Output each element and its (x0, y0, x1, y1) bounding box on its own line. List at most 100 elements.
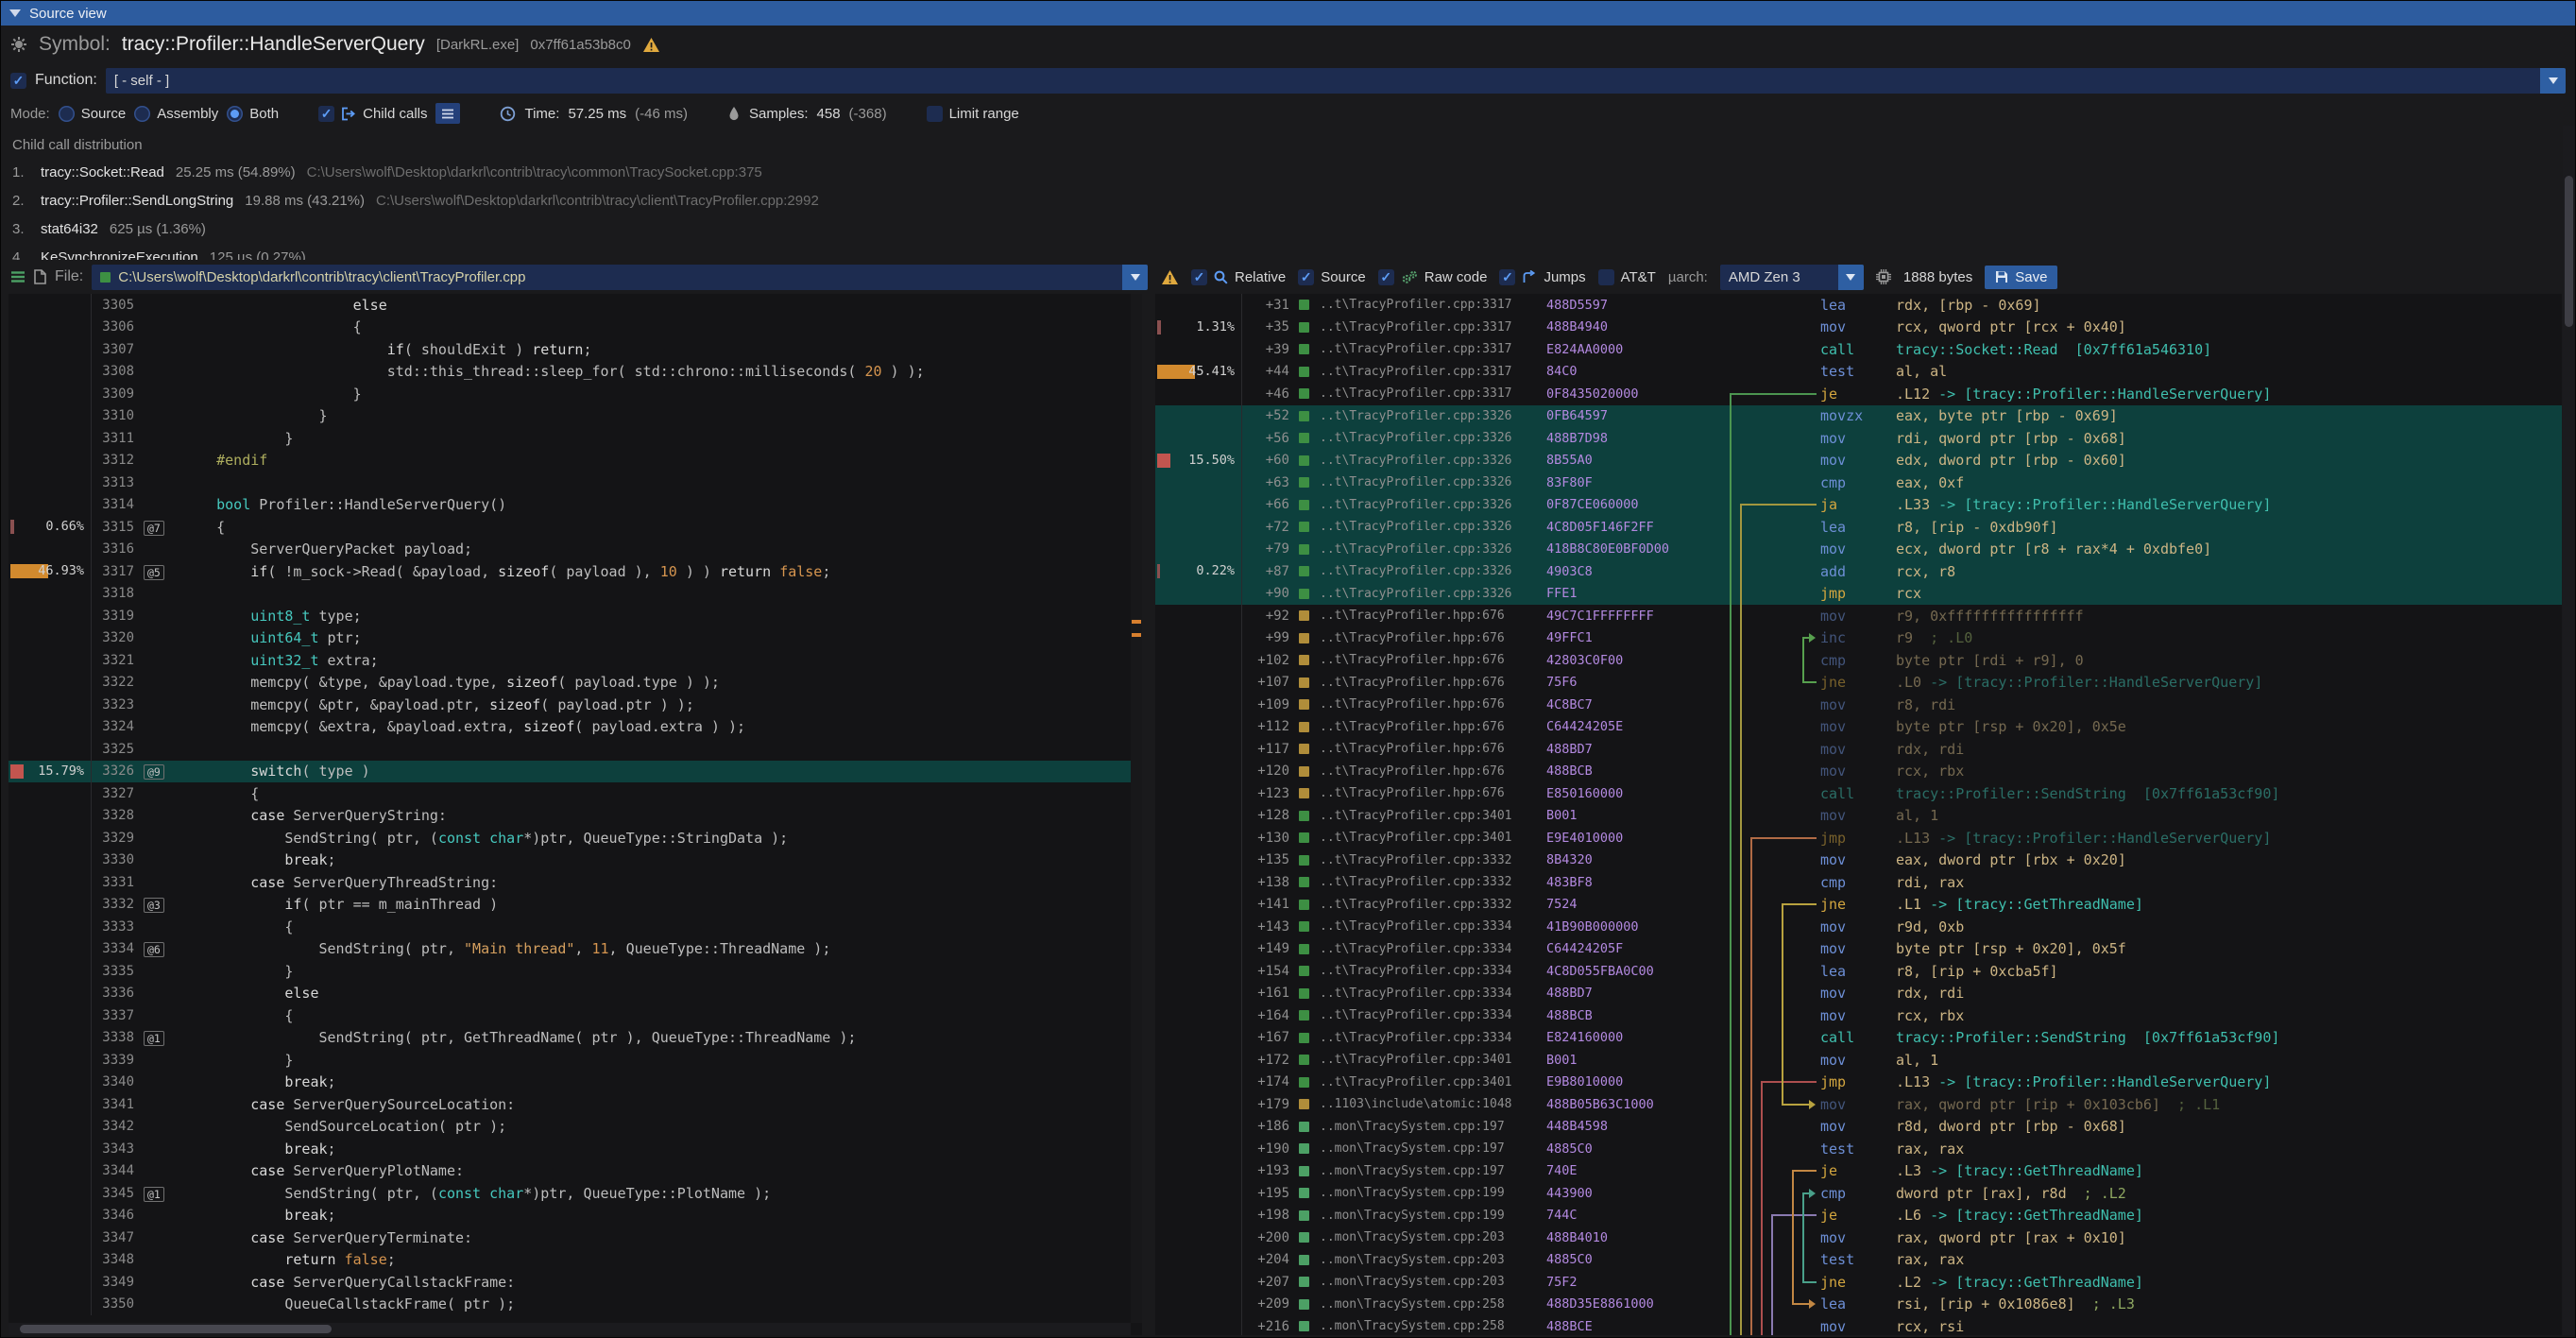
asm-instruction-row[interactable]: +123..t\TracyProfiler.hpp:676E850160000c… (1155, 782, 2562, 805)
child-call-row[interactable]: 4.KeSynchronizeExecution125 µs (0.27%) (12, 243, 2575, 260)
asm-group-annotation[interactable]: @9 (144, 764, 164, 780)
child-call-row[interactable]: 1.tracy::Socket::Read25.25 ms (54.89%)C:… (12, 158, 2575, 186)
source-line-row[interactable]: 3329 SendString( ptr, (const char*)ptr, … (9, 827, 1142, 849)
asm-instruction-row[interactable]: +167..t\TracyProfiler.cpp:3334E824160000… (1155, 1027, 2562, 1050)
function-combo[interactable]: [ - self - ] (106, 68, 2566, 94)
scrollbar-thumb[interactable] (20, 1325, 332, 1333)
asm-instruction-row[interactable]: +164..t\TracyProfiler.cpp:3334488BCBmovr… (1155, 1004, 2562, 1027)
radio-assembly[interactable]: Assembly (134, 106, 218, 122)
source-location[interactable]: ..t\TracyProfiler.cpp:3401 (1320, 1053, 1546, 1067)
source-line-row[interactable]: 3328 case ServerQueryString: (9, 805, 1142, 828)
source-location[interactable]: ..1103\include\atomic:1048 (1320, 1097, 1546, 1111)
asm-instruction-row[interactable]: +107..t\TracyProfiler.hpp:67675F6jne.L0 … (1155, 672, 2562, 695)
combo-arrow-icon[interactable] (1122, 265, 1148, 290)
warning-icon[interactable] (1161, 269, 1179, 285)
radio-both[interactable]: Both (227, 106, 279, 122)
asm-instruction-row[interactable]: +109..t\TracyProfiler.hpp:6764C8BC7movr8… (1155, 694, 2562, 716)
source-line-row[interactable]: 3345@1 SendString( ptr, (const char*)ptr… (9, 1182, 1142, 1205)
source-line-row[interactable]: 3341 case ServerQuerySourceLocation: (9, 1093, 1142, 1116)
asm-group-annotation[interactable]: @3 (144, 898, 164, 913)
source-line-row[interactable]: 3339 } (9, 1049, 1142, 1072)
asm-instruction-row[interactable]: +209..mon\TracySystem.cpp:258488D35E8861… (1155, 1294, 2562, 1316)
function-checkbox[interactable] (10, 73, 26, 89)
source-line-row[interactable]: 0.66%3315@7 { (9, 516, 1142, 539)
warning-icon[interactable] (642, 37, 660, 53)
source-line-row[interactable]: 3350 QueueCallstackFrame( ptr ); (9, 1294, 1142, 1316)
asm-instruction-row[interactable]: +46..t\TracyProfiler.cpp:33170F843502000… (1155, 383, 2562, 405)
asm-group-annotation[interactable]: @7 (144, 521, 164, 536)
source-location[interactable]: ..t\TracyProfiler.cpp:3326 (1320, 475, 1546, 489)
source-location[interactable]: ..t\TracyProfiler.cpp:3401 (1320, 1075, 1546, 1089)
radio-source[interactable]: Source (59, 106, 127, 122)
asm-instruction-row[interactable]: +52..t\TracyProfiler.cpp:33260FB64597mov… (1155, 405, 2562, 428)
source-location[interactable]: ..mon\TracySystem.cpp:258 (1320, 1319, 1546, 1333)
asm-instruction-row[interactable]: 0.22%+87..t\TracyProfiler.cpp:33264903C8… (1155, 560, 2562, 583)
asm-instruction-row[interactable]: +190..mon\TracySystem.cpp:1974885C0testr… (1155, 1138, 2562, 1160)
asm-instruction-row[interactable]: +179..1103\include\atomic:1048488B05B63C… (1155, 1093, 2562, 1116)
asm-instruction-row[interactable]: +174..t\TracyProfiler.cpp:3401E9B8010000… (1155, 1072, 2562, 1094)
child-calls-list-button[interactable] (435, 103, 460, 124)
combo-arrow-icon[interactable] (2540, 68, 2566, 94)
source-line-row[interactable]: 3344 case ServerQueryPlotName: (9, 1160, 1142, 1183)
source-location[interactable]: ..mon\TracySystem.cpp:197 (1320, 1141, 1546, 1156)
source-line-row[interactable]: 3307 if( shouldExit ) return; (9, 338, 1142, 361)
source-line-row[interactable]: 3334@6 SendString( ptr, "Main thread", 1… (9, 938, 1142, 961)
asm-instruction-row[interactable]: +99..t\TracyProfiler.hpp:67649FFC1incr9 … (1155, 627, 2562, 650)
source-line-row[interactable]: 15.79%3326@9 switch( type ) (9, 761, 1142, 783)
source-line-row[interactable]: 3327 { (9, 782, 1142, 805)
source-location[interactable]: ..mon\TracySystem.cpp:199 (1320, 1186, 1546, 1200)
asm-instruction-row[interactable]: +186..mon\TracySystem.cpp:197448B4598mov… (1155, 1116, 2562, 1139)
source-line-row[interactable]: 3314 bool Profiler::HandleServerQuery() (9, 494, 1142, 517)
source-line-row[interactable]: 3332@3 if( ptr == m_mainThread ) (9, 894, 1142, 917)
asm-instruction-row[interactable]: +117..t\TracyProfiler.hpp:676488BD7movrd… (1155, 738, 2562, 761)
source-location[interactable]: ..t\TracyProfiler.cpp:3317 (1320, 365, 1546, 379)
asm-instruction-row[interactable]: +193..mon\TracySystem.cpp:197740Eje.L3 -… (1155, 1160, 2562, 1183)
asm-instruction-row[interactable]: +172..t\TracyProfiler.cpp:3401B001moval,… (1155, 1049, 2562, 1072)
source-line-row[interactable]: 3325 (9, 738, 1142, 761)
source-location[interactable]: ..t\TracyProfiler.cpp:3317 (1320, 320, 1546, 334)
source-location[interactable]: ..mon\TracySystem.cpp:258 (1320, 1297, 1546, 1312)
asm-instruction-row[interactable]: +195..mon\TracySystem.cpp:199443900cmpdw… (1155, 1182, 2562, 1205)
source-vertical-scrollbar[interactable] (1131, 294, 1142, 1323)
source-location[interactable]: ..t\TracyProfiler.cpp:3326 (1320, 587, 1546, 601)
asm-instruction-row[interactable]: +130..t\TracyProfiler.cpp:3401E9E4010000… (1155, 827, 2562, 849)
source-location[interactable]: ..t\TracyProfiler.hpp:676 (1320, 720, 1546, 734)
source-location[interactable]: ..t\TracyProfiler.cpp:3326 (1320, 454, 1546, 468)
source-line-row[interactable]: 3330 break; (9, 849, 1142, 872)
child-calls-checkbox[interactable]: Child calls (318, 106, 427, 122)
asm-instruction-row[interactable]: +39..t\TracyProfiler.cpp:3317E824AA0000c… (1155, 338, 2562, 361)
source-line-row[interactable]: 3335 } (9, 960, 1142, 983)
source-line-row[interactable]: 3319 uint8_t type; (9, 605, 1142, 627)
asm-instruction-row[interactable]: +72..t\TracyProfiler.cpp:33264C8D05F146F… (1155, 516, 2562, 539)
asm-instruction-row[interactable]: +31..t\TracyProfiler.cpp:3317488D5597lea… (1155, 294, 2562, 317)
asm-instruction-row[interactable]: 15.50%+60..t\TracyProfiler.cpp:33268B55A… (1155, 450, 2562, 472)
source-line-row[interactable]: 3338@1 SendString( ptr, GetThreadName( p… (9, 1027, 1142, 1050)
window-vertical-scrollbar[interactable] (2563, 126, 2575, 1335)
file-combo[interactable]: C:\Users\wolf\Desktop\darkrl\contrib\tra… (92, 265, 1148, 290)
asm-instruction-row[interactable]: +79..t\TracyProfiler.cpp:3326418B8C80E0B… (1155, 539, 2562, 561)
raw-code-checkbox[interactable]: Raw code (1378, 269, 1488, 285)
asm-instruction-row[interactable]: +143..t\TracyProfiler.cpp:333441B90B0000… (1155, 916, 2562, 938)
source-location[interactable]: ..t\TracyProfiler.hpp:676 (1320, 631, 1546, 645)
source-line-row[interactable]: 3318 (9, 583, 1142, 606)
asm-instruction-row[interactable]: +216..mon\TracySystem.cpp:258488BCEmovrc… (1155, 1315, 2562, 1335)
asm-instruction-row[interactable]: +207..mon\TracySystem.cpp:20375F2jne.L2 … (1155, 1271, 2562, 1294)
collapse-triangle-icon[interactable] (9, 9, 21, 17)
source-line-row[interactable]: 3311 } (9, 427, 1142, 450)
scrollbar-thumb[interactable] (2565, 176, 2573, 327)
asm-instruction-row[interactable]: +200..mon\TracySystem.cpp:203488B4010mov… (1155, 1226, 2562, 1249)
source-location[interactable]: ..mon\TracySystem.cpp:197 (1320, 1120, 1546, 1134)
source-location[interactable]: ..mon\TracySystem.cpp:199 (1320, 1209, 1546, 1223)
source-line-row[interactable]: 3336 else (9, 983, 1142, 1005)
source-line-row[interactable]: 3349 case ServerQueryCallstackFrame: (9, 1271, 1142, 1294)
source-line-row[interactable]: 3342 SendSourceLocation( ptr ); (9, 1116, 1142, 1139)
source-location[interactable]: ..t\TracyProfiler.hpp:676 (1320, 764, 1546, 779)
asm-instruction-row[interactable]: +120..t\TracyProfiler.hpp:676488BCBmovrc… (1155, 761, 2562, 783)
source-location[interactable]: ..t\TracyProfiler.cpp:3317 (1320, 342, 1546, 356)
source-horizontal-scrollbar[interactable] (9, 1323, 1131, 1335)
asm-instruction-row[interactable]: +138..t\TracyProfiler.cpp:3332483BF8cmpr… (1155, 871, 2562, 894)
combo-arrow-icon[interactable] (1838, 265, 1864, 290)
asm-instruction-row[interactable]: +161..t\TracyProfiler.cpp:3334488BD7movr… (1155, 983, 2562, 1005)
source-line-row[interactable]: 3321 uint32_t extra; (9, 649, 1142, 672)
asm-instruction-row[interactable]: +66..t\TracyProfiler.cpp:33260F87CE06000… (1155, 494, 2562, 517)
